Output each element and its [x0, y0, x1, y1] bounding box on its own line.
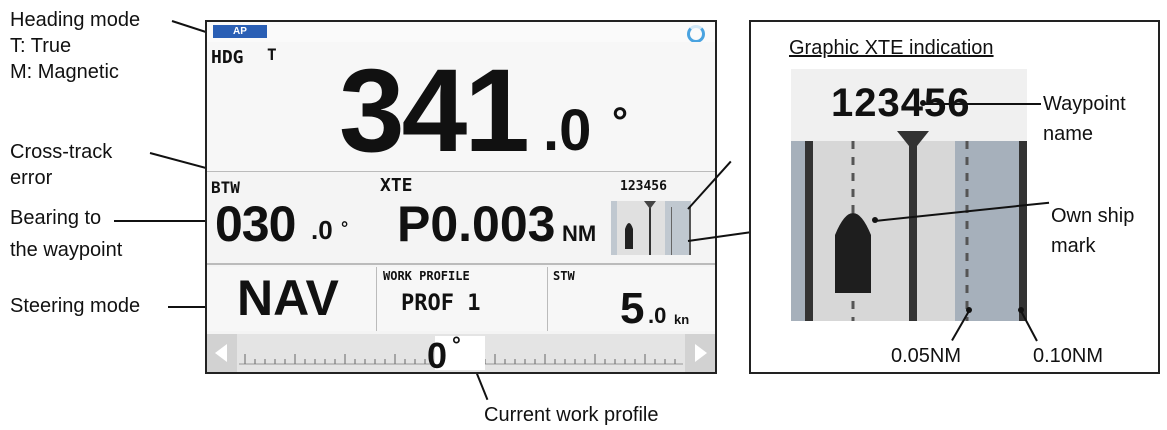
- callout-heading-mode: Heading mode: [10, 9, 141, 31]
- stw-label: STW: [553, 269, 575, 283]
- callout-steering-mode: Steering mode: [10, 295, 141, 317]
- own-ship-icon: [625, 223, 633, 249]
- zoom-panel: Graphic XTE indication 123456 Waypoint n…: [749, 20, 1160, 374]
- xte-value: P0.003: [397, 196, 556, 252]
- xte-graphic-svg: [611, 201, 691, 255]
- heading-value: 341: [339, 45, 530, 177]
- work-profile-label: WORK PROFILE: [383, 269, 470, 283]
- btw-degree: °: [341, 218, 349, 238]
- stw-value: 5: [620, 284, 645, 333]
- heading-decimal: .0: [543, 98, 592, 163]
- callout-own-ship-1: Own ship: [1051, 205, 1135, 227]
- btw-value: 030: [215, 196, 296, 252]
- leader-dot: [1018, 307, 1024, 313]
- rudder-degree: °: [452, 332, 461, 357]
- callout-waypoint-1: Waypoint: [1043, 93, 1126, 115]
- callout-waypoint-2: name: [1043, 123, 1094, 145]
- waypoint-name: 123456: [620, 179, 667, 194]
- callout-cross-track-1: Cross-track: [10, 141, 113, 163]
- work-profile-value: PROF 1: [401, 291, 481, 316]
- callout-heading-magnetic: M: Magnetic: [10, 61, 119, 83]
- refresh-icon[interactable]: [687, 25, 705, 43]
- steering-mode-cell: NAV: [207, 267, 377, 331]
- btw-decimal: .0: [311, 215, 333, 245]
- rudder-value: 0: [427, 335, 448, 374]
- xte-label: XTE: [380, 175, 413, 196]
- chevron-left-icon: [215, 344, 227, 362]
- stw-cell: STW 5 .0 kn: [548, 267, 715, 331]
- heading-degree: °: [612, 100, 628, 144]
- scale-right-button[interactable]: [685, 334, 715, 372]
- leader-dot: [966, 307, 972, 313]
- callout-heading-true: T: True: [10, 35, 72, 57]
- xte-graphic: [611, 201, 691, 255]
- scale-left-button[interactable]: [207, 334, 237, 372]
- btw-label: BTW: [211, 178, 240, 197]
- leader-dot: [872, 217, 878, 223]
- ap-badge: AP: [213, 25, 267, 38]
- xte-unit: NM: [562, 221, 597, 246]
- heading-cell: HDG T 341 .0 °: [207, 42, 715, 172]
- leader-dot: [920, 100, 926, 106]
- leader-waypoint: [923, 103, 1041, 105]
- zoom-xte-svg: [791, 131, 1027, 321]
- callout-scale-005: 0.05NM: [891, 345, 962, 367]
- callout-scale-010: 0.10NM: [1033, 345, 1104, 367]
- callout-bearing-1: Bearing to: [10, 207, 102, 229]
- hdg-mode: T: [267, 45, 277, 64]
- callout-own-ship-2: mark: [1051, 235, 1096, 257]
- own-ship-mark-icon: [835, 213, 871, 293]
- steering-mode-value: NAV: [237, 270, 339, 326]
- callout-current-work-profile: Current work profile: [484, 404, 659, 426]
- callout-bearing-2: the waypoint: [10, 239, 123, 261]
- hdg-label: HDG: [211, 47, 244, 68]
- zoom-title: Graphic XTE indication: [789, 37, 994, 59]
- rudder-scale: 0 °: [207, 334, 715, 372]
- status-bar: [207, 22, 715, 43]
- stw-decimal: .0: [648, 303, 667, 328]
- autopilot-display: AP HDG T 341 .0 ° BTW 030 .0 ° XTE P0.00…: [205, 20, 717, 374]
- chevron-right-icon: [695, 344, 707, 362]
- leader-010: [1020, 310, 1038, 342]
- zoom-graphic: 123456: [791, 69, 1027, 321]
- btw-xte-row: BTW 030 .0 ° XTE P0.003 NM 123456: [207, 173, 715, 265]
- stw-unit: kn: [674, 312, 690, 327]
- callout-cross-track-2: error: [10, 167, 53, 189]
- work-profile-cell: WORK PROFILE PROF 1: [377, 267, 548, 331]
